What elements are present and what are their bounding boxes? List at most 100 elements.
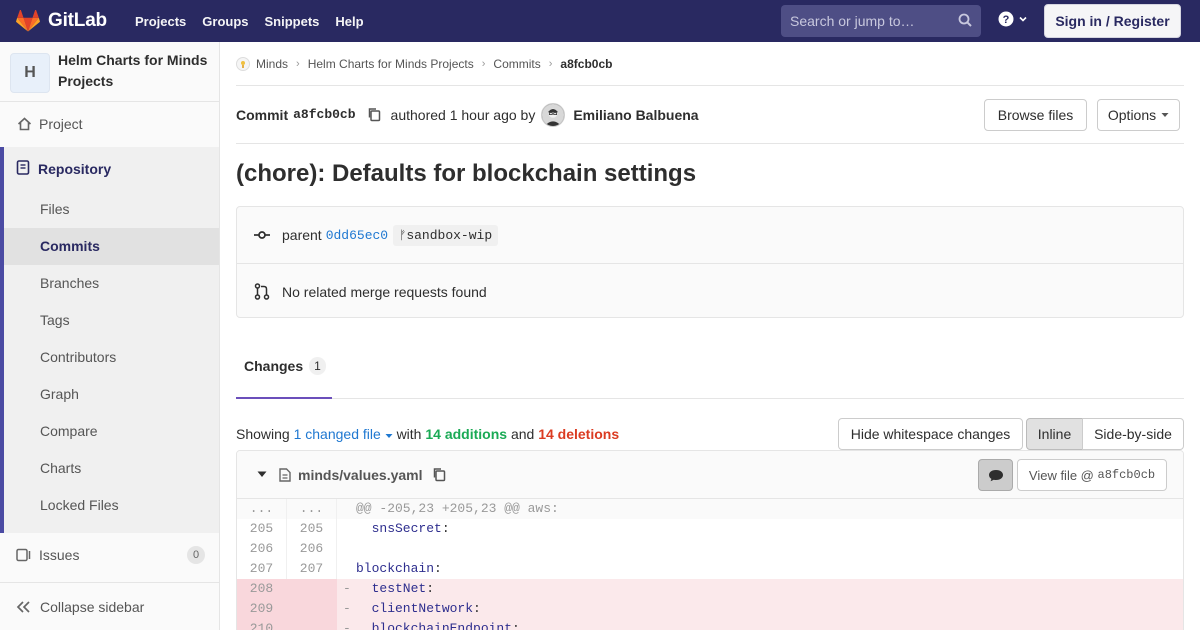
- sidebar-item-compare[interactable]: Compare: [4, 413, 219, 450]
- old-line-number[interactable]: 210: [237, 619, 287, 630]
- yaml-key: snsSecret: [356, 521, 442, 536]
- new-line-number[interactable]: [287, 599, 337, 619]
- old-line-number[interactable]: 206: [237, 539, 287, 559]
- collapse-file-icon[interactable]: [257, 471, 267, 478]
- comment-icon: [988, 469, 1003, 481]
- breadcrumb-group[interactable]: Minds: [256, 57, 288, 71]
- new-line-number[interactable]: 207: [287, 559, 337, 579]
- caret-down-icon: [1161, 113, 1169, 117]
- hide-whitespace-button[interactable]: Hide whitespace changes: [838, 418, 1023, 450]
- sidebar-item-contributors[interactable]: Contributors: [4, 339, 219, 376]
- project-avatar: H: [10, 53, 50, 93]
- old-line-number[interactable]: 209: [237, 599, 287, 619]
- parent-row: parent 0dd65ec0 ᚠsandbox-wip: [237, 207, 1183, 263]
- diff-sign: -: [343, 581, 351, 596]
- chevron-down-icon: [1019, 16, 1027, 22]
- commit-tabs: Changes 1: [236, 335, 1184, 399]
- sign-in-button[interactable]: Sign in / Register: [1044, 4, 1181, 38]
- nav-help[interactable]: Help: [327, 14, 371, 29]
- copy-sha-icon[interactable]: [367, 107, 381, 122]
- sidebar-item-files[interactable]: Files: [4, 191, 219, 228]
- view-file-button[interactable]: View file @ a8fcb0cb: [1017, 459, 1167, 491]
- diff-line: 206 206: [237, 539, 1183, 559]
- diff-lines: ... ... @@ -205,23 +205,23 @@ aws: 205 2…: [237, 499, 1183, 630]
- old-line-number: ...: [237, 499, 287, 519]
- project-sidebar: H Helm Charts for Minds Projects Project…: [0, 42, 220, 630]
- parent-sha-link[interactable]: 0dd65ec0: [326, 228, 388, 243]
- sidebar-item-graph[interactable]: Graph: [4, 376, 219, 413]
- collapse-sidebar-label: Collapse sidebar: [40, 598, 145, 615]
- commit-title: (chore): Defaults for blockchain setting…: [236, 160, 697, 187]
- side-by-side-button[interactable]: Side-by-side: [1082, 418, 1184, 450]
- double-chevron-left-icon: [16, 600, 30, 613]
- file-path[interactable]: minds/values.yaml: [298, 467, 423, 483]
- top-navbar: GitLab Projects Groups Snippets Help Sea…: [0, 0, 1200, 42]
- sidebar-item-commits[interactable]: Commits: [4, 228, 219, 265]
- help-dropdown[interactable]: ?: [998, 11, 1028, 27]
- author-name[interactable]: Emiliano Balbuena: [573, 107, 698, 123]
- changed-files-label: 1 changed file: [293, 426, 381, 442]
- home-icon: [16, 116, 32, 132]
- branch-tag[interactable]: ᚠsandbox-wip: [393, 224, 499, 246]
- breadcrumb-current[interactable]: a8fcb0cb: [560, 57, 612, 71]
- nav-projects[interactable]: Projects: [127, 14, 194, 29]
- issues-icon: [16, 548, 32, 562]
- yaml-key: blockchainEndpoint: [356, 621, 513, 630]
- inline-view-button[interactable]: Inline: [1026, 418, 1083, 450]
- yaml-key: testNet: [356, 581, 427, 596]
- diff-line-removed: 209 - clientNetwork:: [237, 599, 1183, 619]
- book-icon: [16, 160, 30, 178]
- old-line-number[interactable]: 208: [237, 579, 287, 599]
- nav-groups[interactable]: Groups: [194, 14, 256, 29]
- new-line-number[interactable]: 205: [287, 519, 337, 539]
- group-avatar-icon: [236, 56, 250, 71]
- old-line-number[interactable]: 207: [237, 559, 287, 579]
- main-content: Minds › Helm Charts for Minds Projects ›…: [236, 42, 1184, 469]
- deletions-count: 14 deletions: [538, 426, 620, 442]
- sidebar-item-branches[interactable]: Branches: [4, 265, 219, 302]
- breadcrumb-project[interactable]: Helm Charts for Minds Projects: [308, 57, 474, 71]
- breadcrumb-commits[interactable]: Commits: [493, 57, 540, 71]
- gitlab-logo[interactable]: GitLab: [16, 10, 107, 32]
- sidebar-item-locked-files[interactable]: Locked Files: [4, 487, 219, 524]
- merge-request-icon: [253, 283, 271, 300]
- sidebar-item-charts[interactable]: Charts: [4, 450, 219, 487]
- new-line-number[interactable]: [287, 579, 337, 599]
- toggle-comments-button[interactable]: [978, 459, 1013, 491]
- parent-label: parent: [282, 227, 322, 243]
- branch-name: sandbox-wip: [406, 227, 493, 243]
- yaml-rest: :: [434, 561, 442, 576]
- file-header: minds/values.yaml View file @ a8fcb0cb: [237, 451, 1183, 499]
- author-avatar[interactable]: [541, 102, 566, 127]
- view-file-sha: a8fcb0cb: [1097, 468, 1156, 482]
- new-line-number[interactable]: 206: [287, 539, 337, 559]
- options-dropdown[interactable]: Options: [1097, 99, 1180, 131]
- chevron-right-icon: ›: [548, 57, 553, 70]
- and-label: and: [510, 426, 535, 442]
- tab-changes[interactable]: Changes 1: [236, 335, 332, 399]
- sidebar-item-issues[interactable]: Issues 0: [0, 537, 219, 573]
- showing-label: Showing: [236, 426, 290, 442]
- additions-count: 14 additions: [425, 426, 508, 442]
- sidebar-item-repository[interactable]: Repository: [4, 147, 219, 191]
- changed-files-dropdown[interactable]: 1 changed file: [294, 426, 393, 442]
- copy-path-icon[interactable]: [432, 467, 446, 482]
- diff-line-removed: 208 - testNet:: [237, 579, 1183, 599]
- browse-files-button[interactable]: Browse files: [984, 99, 1087, 131]
- collapse-sidebar-button[interactable]: Collapse sidebar: [0, 582, 219, 630]
- old-line-number[interactable]: 205: [237, 519, 287, 539]
- sidebar-item-tags[interactable]: Tags: [4, 302, 219, 339]
- yaml-rest: :: [426, 581, 435, 596]
- sidebar-repository-section: Repository Files Commits Branches Tags C…: [0, 147, 219, 533]
- new-line-number[interactable]: [287, 619, 337, 630]
- sidebar-item-label: Project: [39, 116, 83, 132]
- nav-snippets[interactable]: Snippets: [257, 14, 328, 29]
- search-input[interactable]: Search or jump to…: [781, 5, 981, 37]
- diff-sign: -: [343, 621, 351, 630]
- gitlab-tanuki-icon: [16, 10, 40, 32]
- author-photo-icon: [542, 103, 565, 126]
- sidebar-item-project[interactable]: Project: [0, 104, 219, 144]
- yaml-rest: :: [512, 621, 520, 630]
- authored-text: authored 1 hour ago by: [390, 106, 536, 123]
- project-header[interactable]: H Helm Charts for Minds Projects: [0, 42, 219, 102]
